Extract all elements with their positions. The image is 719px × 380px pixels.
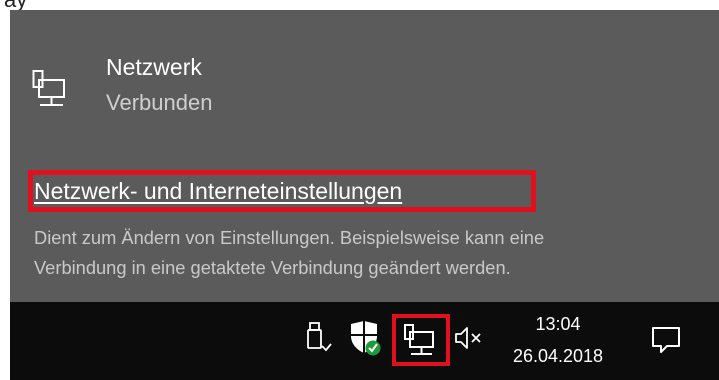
clock-time[interactable]: 13:04: [506, 314, 610, 335]
partial-text: ay: [4, 0, 27, 11]
description-line: Verbindung in eine getaktete Verbindung …: [34, 257, 511, 278]
network-name[interactable]: Netzwerk: [106, 54, 202, 81]
network-status: Verbunden: [106, 90, 213, 115]
taskbar: 13:04 26.04.2018: [10, 302, 719, 380]
network-icon: [32, 70, 65, 106]
shield-icon[interactable]: [349, 320, 381, 356]
network-settings-link[interactable]: Netzwerk- und Interneteinstellungen: [34, 178, 402, 205]
usb-icon[interactable]: [306, 320, 332, 354]
network-icon[interactable]: [402, 322, 438, 358]
settings-description: Dient zum Ändern von Einstellungen. Beis…: [34, 223, 714, 283]
network-flyout: Netzwerk Verbunden Netzwerk- und Interne…: [10, 10, 719, 302]
clock-date[interactable]: 26.04.2018: [506, 346, 610, 367]
page-top-strip: ay: [0, 0, 719, 11]
description-line: Dient zum Ändern von Einstellungen. Beis…: [34, 227, 545, 248]
notification-icon[interactable]: [650, 324, 682, 356]
speaker-muted-icon[interactable]: [453, 323, 483, 353]
